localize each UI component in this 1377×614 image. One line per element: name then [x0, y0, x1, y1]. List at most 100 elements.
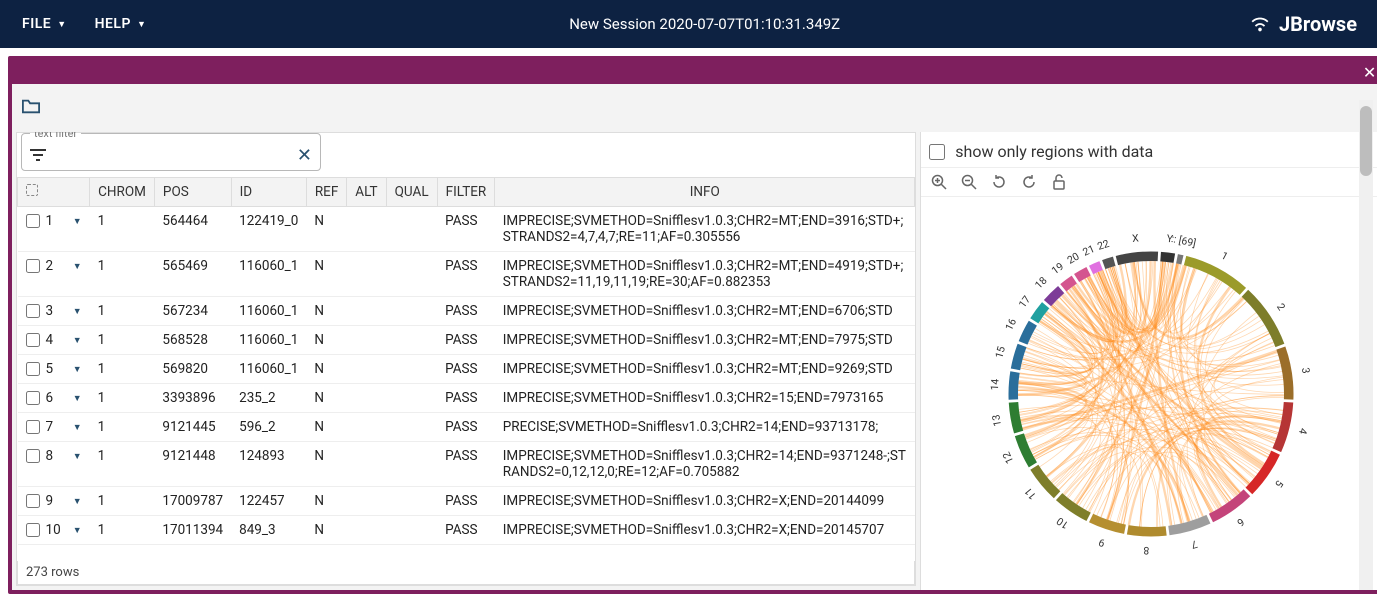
expand-all-icon[interactable]: [26, 184, 38, 196]
cell-ref: N: [306, 355, 346, 384]
cell-qual: [386, 487, 437, 516]
cell-filter: PASS: [437, 297, 495, 326]
row-checkbox[interactable]: [26, 494, 40, 508]
row-menu-icon[interactable]: ▼: [73, 496, 82, 507]
cell-qual: [386, 384, 437, 413]
row-num: 3: [46, 303, 54, 319]
chrom-arc[interactable]: [1241, 289, 1284, 346]
cell-qual: [386, 252, 437, 297]
table-row[interactable]: 8 ▼19121448124893NPASSIMPRECISE;SVMETHOD…: [18, 442, 915, 487]
page-scrollbar[interactable]: [1359, 100, 1373, 590]
chrom-arc[interactable]: [1030, 302, 1049, 323]
zoom-in-icon[interactable]: [929, 172, 949, 192]
row-menu-icon[interactable]: ▼: [73, 525, 82, 536]
chrom-label: 13: [989, 413, 1004, 427]
row-menu-icon[interactable]: ▼: [73, 393, 82, 404]
show-only-data-checkbox[interactable]: [929, 144, 945, 160]
chrom-arc[interactable]: [1209, 489, 1250, 522]
row-menu-icon[interactable]: ▼: [73, 422, 82, 433]
file-menu[interactable]: FILE▼: [8, 10, 81, 38]
cell-qual: [386, 442, 437, 487]
chrom-label: 10: [1054, 514, 1071, 531]
rotate-cw-icon[interactable]: [1019, 172, 1039, 192]
chrom-label: X: [1131, 231, 1139, 245]
row-num: 5: [46, 361, 54, 377]
table-row[interactable]: 2 ▼1565469116060_1NPASSIMPRECISE;SVMETHO…: [18, 252, 915, 297]
table-row[interactable]: 3 ▼1567234116060_1NPASSIMPRECISE;SVMETHO…: [18, 297, 915, 326]
col-qual[interactable]: QUAL: [386, 178, 437, 207]
chrom-arc[interactable]: [1018, 320, 1036, 344]
filter-input[interactable]: [46, 141, 297, 169]
cell-id: 235_2: [231, 384, 306, 413]
cell-info: IMPRECISE;SVMETHOD=Snifflesv1.0.3;CHR2=X…: [495, 516, 915, 545]
row-checkbox[interactable]: [26, 362, 40, 376]
cell-filter: PASS: [437, 252, 495, 297]
chrom-label: 20: [1065, 249, 1082, 266]
row-menu-icon[interactable]: ▼: [73, 335, 82, 346]
col-filter[interactable]: FILTER: [437, 178, 495, 207]
table-row[interactable]: 1 ▼1564464122419_0NPASSIMPRECISE;SVMETHO…: [18, 207, 915, 252]
chrom-arc[interactable]: [1276, 346, 1293, 399]
row-checkbox[interactable]: [26, 304, 40, 318]
table-row[interactable]: 6 ▼13393896235_2NPASSIMPRECISE;SVMETHOD=…: [18, 384, 915, 413]
help-menu[interactable]: HELP▼: [81, 10, 161, 38]
cell-alt: [347, 487, 386, 516]
chrom-label: 16: [1002, 316, 1019, 332]
show-only-data-label: show only regions with data: [955, 142, 1153, 161]
clear-icon[interactable]: ✕: [297, 145, 312, 166]
right-pane: show only regions with data 123456789101…: [920, 132, 1377, 590]
row-menu-icon[interactable]: ▼: [73, 306, 82, 317]
row-menu-icon[interactable]: ▼: [73, 216, 82, 227]
col-alt[interactable]: ALT: [347, 178, 386, 207]
rotate-ccw-icon[interactable]: [989, 172, 1009, 192]
table-row[interactable]: 5 ▼1569820116060_1NPASSIMPRECISE;SVMETHO…: [18, 355, 915, 384]
chrom-arc[interactable]: [1176, 254, 1183, 264]
row-menu-icon[interactable]: ▼: [73, 451, 82, 462]
row-num: 4: [46, 332, 54, 348]
cell-ref: N: [306, 207, 346, 252]
table-row[interactable]: 4 ▼1568528116060_1NPASSIMPRECISE;SVMETHO…: [18, 326, 915, 355]
chrom-arc[interactable]: [1160, 251, 1175, 262]
row-checkbox[interactable]: [26, 449, 40, 463]
row-checkbox[interactable]: [26, 214, 40, 228]
row-checkbox[interactable]: [26, 259, 40, 273]
chevron-down-icon: ▼: [57, 19, 66, 30]
chrom-arc[interactable]: [1127, 525, 1167, 536]
table-row[interactable]: 9 ▼117009787122457NPASSIMPRECISE;SVMETHO…: [18, 487, 915, 516]
cell-pos: 9121445: [154, 413, 231, 442]
row-checkbox[interactable]: [26, 391, 40, 405]
chrom-label: 12: [999, 449, 1016, 465]
row-checkbox[interactable]: [26, 333, 40, 347]
cell-qual: [386, 413, 437, 442]
row-num: 1: [46, 213, 54, 229]
row-menu-icon[interactable]: ▼: [73, 261, 82, 272]
col-pos[interactable]: POS: [154, 178, 231, 207]
table-scroll[interactable]: CHROM POS ID REF ALT QUAL FILTER INFO 1 …: [17, 177, 915, 561]
cell-info: IMPRECISE;SVMETHOD=Snifflesv1.0.3;CHR2=M…: [495, 355, 915, 384]
chrom-label: 1: [1219, 248, 1230, 262]
lock-icon[interactable]: [1049, 172, 1069, 192]
col-chrom[interactable]: CHROM: [90, 178, 155, 207]
table-row[interactable]: 7 ▼19121445596_2NPASSPRECISE;SVMETHOD=Sn…: [18, 413, 915, 442]
zoom-out-icon[interactable]: [959, 172, 979, 192]
chrom-label: 15: [992, 344, 1008, 359]
col-info[interactable]: INFO: [495, 178, 915, 207]
folder-icon[interactable]: [20, 96, 42, 121]
col-ref[interactable]: REF: [306, 178, 346, 207]
data-grid: text filter ✕ CHROM: [16, 132, 916, 586]
row-checkbox[interactable]: [26, 420, 40, 434]
cell-alt: [347, 355, 386, 384]
row-menu-icon[interactable]: ▼: [73, 364, 82, 375]
right-options: show only regions with data: [921, 132, 1377, 167]
chrom-label: 5: [1272, 477, 1286, 489]
cell-pos: 565469: [154, 252, 231, 297]
table-row[interactable]: 10 ▼117011394849_3NPASSIMPRECISE;SVMETHO…: [18, 516, 915, 545]
chrom-label: 9: [1097, 535, 1107, 549]
circos-plot[interactable]: 12345678910111213141516171819202122XY:: …: [921, 197, 1377, 590]
cell-ref: N: [306, 384, 346, 413]
cell-qual: [386, 297, 437, 326]
col-id[interactable]: ID: [231, 178, 306, 207]
close-icon[interactable]: ✕: [1363, 63, 1376, 82]
row-checkbox[interactable]: [26, 523, 40, 537]
cell-info: IMPRECISE;SVMETHOD=Snifflesv1.0.3;CHR2=X…: [495, 487, 915, 516]
